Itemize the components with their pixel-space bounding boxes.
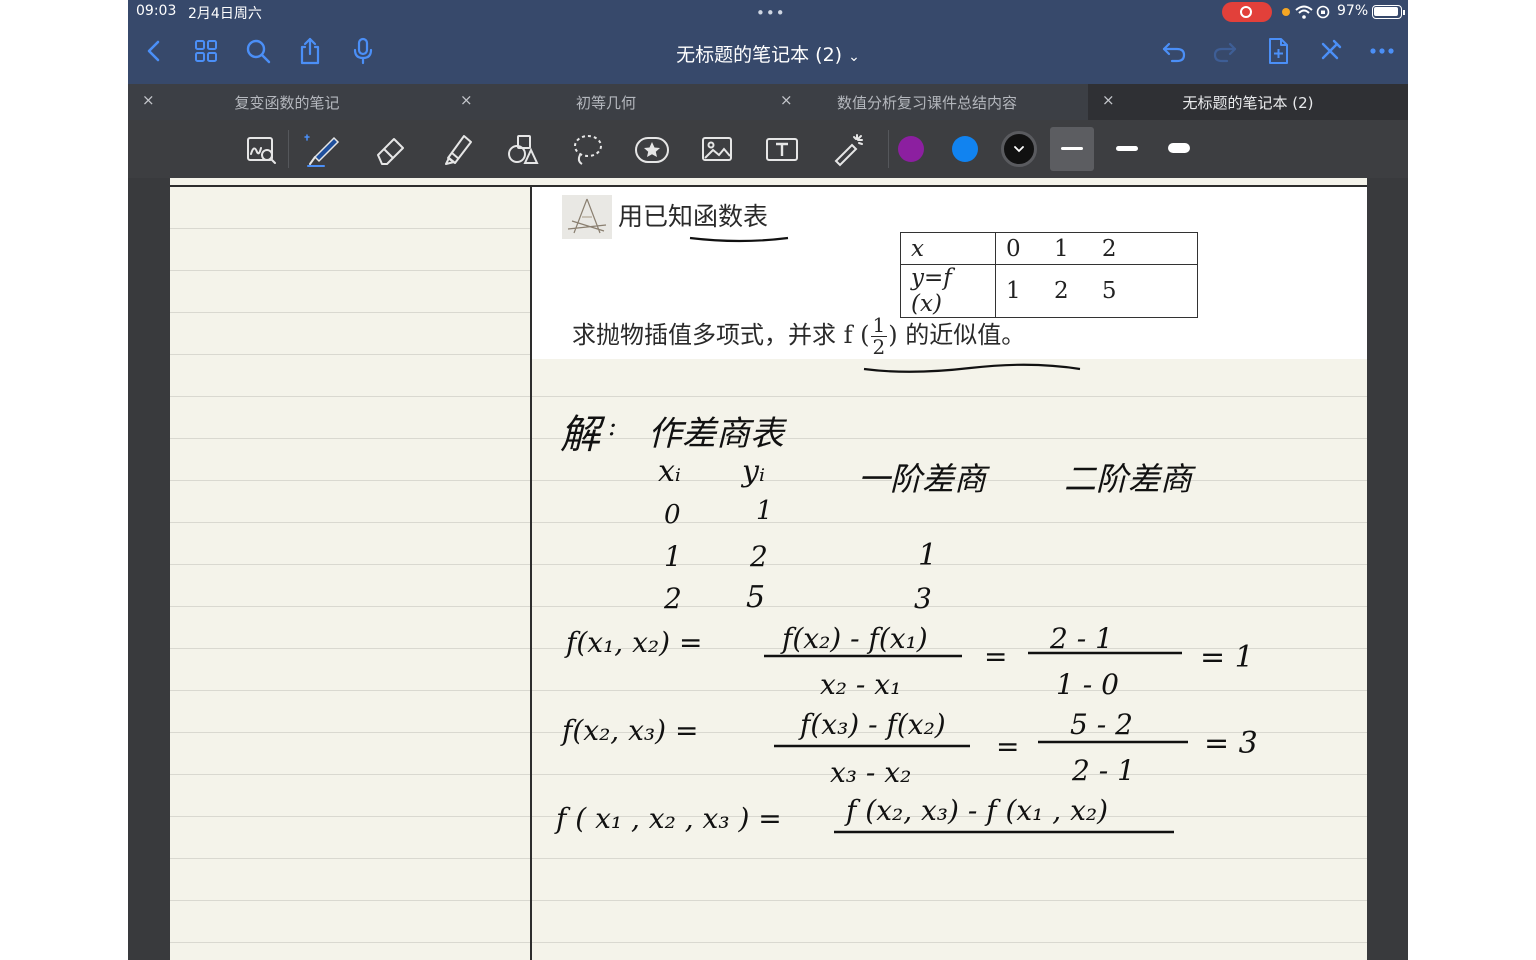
color-blue[interactable] [952, 136, 978, 162]
table-head-y: y=f (x) [900, 264, 996, 318]
orientation-lock-icon [1316, 5, 1330, 19]
eq2-denominator-values: 2 - 1 [1072, 754, 1135, 787]
undo-icon[interactable] [1159, 36, 1189, 66]
ipad-screen: 09:03 2月4日周六 ••• 97% 无标题的笔记本 (2) ⌄ × 复变函… [128, 0, 1408, 960]
column-header-y: yᵢ [742, 454, 765, 489]
multitasking-grabber[interactable]: ••• [756, 4, 786, 22]
status-time: 09:03 [136, 3, 177, 19]
table-row: x 0 1 2 [900, 232, 1198, 265]
mic-indicator-icon [1282, 8, 1290, 16]
thickness-medium[interactable] [1116, 146, 1138, 151]
tab-label: 数值分析复习课件总结内容 [836, 94, 1017, 112]
column-header-x: xᵢ [658, 454, 681, 489]
eq1-numerator-values: 2 - 1 [1050, 622, 1113, 655]
highlighter-icon[interactable] [438, 130, 476, 168]
tab-label: 初等几何 [575, 94, 636, 112]
tab-untitled-notebook[interactable]: × 无标题的笔记本 (2) [1088, 84, 1408, 120]
geometry-thumbnail-icon [562, 195, 612, 239]
question-suffix: ) 的近似值。 [888, 321, 1026, 349]
top-bar: 09:03 2月4日周六 ••• 97% 无标题的笔记本 (2) ⌄ [128, 0, 1408, 84]
chevron-down-icon [1014, 146, 1024, 153]
problem-title: 用已知函数表 [618, 202, 769, 231]
question-prefix: 求抛物插值多项式，并求 f ( [572, 321, 870, 349]
eq1-denominator-values: 1 - 0 [1056, 668, 1119, 701]
fraction-denominator: 2 [872, 335, 886, 359]
table-y-0: 1 [756, 496, 773, 526]
eq1-denominator: x₂ - x₁ [820, 668, 902, 701]
eq1-result: = 1 [1200, 640, 1254, 675]
battery-percent: 97% [1337, 3, 1369, 19]
fraction-one-half: 12 [870, 313, 888, 359]
toolbar-divider [288, 130, 289, 168]
eq2-numerator-values: 5 - 2 [1070, 708, 1133, 741]
eraser-icon[interactable] [372, 130, 410, 168]
table-x-values: 0 1 2 [995, 232, 1198, 265]
step-heading: 作差商表 [648, 414, 784, 454]
drawing-toolbar [128, 120, 1408, 178]
eq3-numerator: f (x₂, x₃) - f (x₁ , x₂) [846, 794, 1109, 827]
thickness-thin-selected[interactable] [1050, 127, 1094, 171]
tab-bar: × 复变函数的笔记 × 初等几何 × 数值分析复习课件总结内容 × 无标题的笔记… [128, 84, 1408, 120]
title-dropdown-caret[interactable]: ⌄ [848, 49, 860, 65]
thickness-thick[interactable] [1168, 143, 1190, 153]
toolbar-divider [888, 130, 889, 168]
table-d1-1: 1 [918, 538, 938, 573]
add-page-icon[interactable] [1263, 36, 1293, 66]
table-x-0: 0 [664, 500, 681, 530]
eq2-result: = 3 [1204, 726, 1258, 761]
table-row: y=f (x) 1 2 5 [900, 264, 1198, 318]
table-y-2: 5 [746, 580, 766, 615]
eq1-equals: = [984, 640, 1008, 673]
eq1-numerator: f(x₂) - f(x₁) [782, 622, 928, 655]
eq2-equals: = [996, 730, 1020, 763]
status-date: 2月4日周六 [188, 6, 262, 22]
close-pen-mode-icon[interactable] [1315, 36, 1345, 66]
battery-icon [1372, 5, 1405, 19]
wifi-icon [1295, 5, 1313, 19]
tab-elementary-geometry[interactable]: × 初等几何 [446, 84, 766, 120]
table-y-1: 2 [750, 540, 768, 573]
notebook-page[interactable]: 用已知函数表 x 0 1 2 y=f (x) 1 2 5 求抛物插值多项式，并求… [170, 178, 1367, 960]
problem-question: 求抛物插值多项式，并求 f (1 2) 的近似值。 [572, 315, 1025, 358]
table-y-values: 1 2 5 [995, 264, 1198, 318]
pen-icon[interactable] [304, 130, 342, 168]
shapes-icon[interactable] [503, 130, 541, 168]
function-table: x 0 1 2 y=f (x) 1 2 5 [900, 232, 1198, 318]
eq2-lhs: f(x₂, x₃) = [562, 714, 699, 747]
tab-numerical-analysis[interactable]: × 数值分析复习课件总结内容 [766, 84, 1088, 120]
solution-colon: : [608, 412, 617, 442]
laser-pointer-icon[interactable] [829, 130, 867, 168]
screen-recording-icon[interactable] [1222, 2, 1272, 22]
lasso-icon[interactable] [568, 130, 606, 168]
text-icon[interactable] [763, 130, 801, 168]
table-x-2: 2 [664, 582, 682, 615]
column-header-second-diff: 二阶差商 [1064, 460, 1193, 498]
zoom-window-icon[interactable] [242, 130, 280, 168]
solution-label: 解 [560, 412, 600, 458]
sticker-icon[interactable] [633, 130, 671, 168]
tab-label: 无标题的笔记本 (2) [1182, 94, 1314, 112]
table-d1-2: 3 [914, 582, 932, 615]
color-purple[interactable] [898, 136, 924, 162]
table-x-1: 1 [664, 540, 682, 573]
redo-icon[interactable] [1210, 36, 1240, 66]
tab-label: 复变函数的笔记 [234, 94, 340, 112]
image-icon[interactable] [698, 130, 736, 168]
table-head-x: x [900, 232, 996, 265]
color-black-selected[interactable] [1001, 131, 1037, 167]
pasted-problem-image[interactable]: 用已知函数表 x 0 1 2 y=f (x) 1 2 5 求抛物插值多项式，并求… [532, 187, 1367, 359]
fraction-numerator: 1 [870, 313, 888, 337]
eq2-denominator: x₃ - x₂ [830, 756, 912, 789]
column-header-first-diff: 一阶差商 [858, 460, 987, 498]
eq2-numerator: f(x₃) - f(x₂) [800, 708, 946, 741]
eq1-lhs: f(x₁, x₂) = [566, 626, 703, 659]
tab-complex-functions[interactable]: × 复变函数的笔记 [128, 84, 446, 120]
eq3-lhs: f ( x₁ , x₂ , x₃ ) = [556, 802, 782, 835]
more-options-icon[interactable] [1367, 36, 1397, 66]
